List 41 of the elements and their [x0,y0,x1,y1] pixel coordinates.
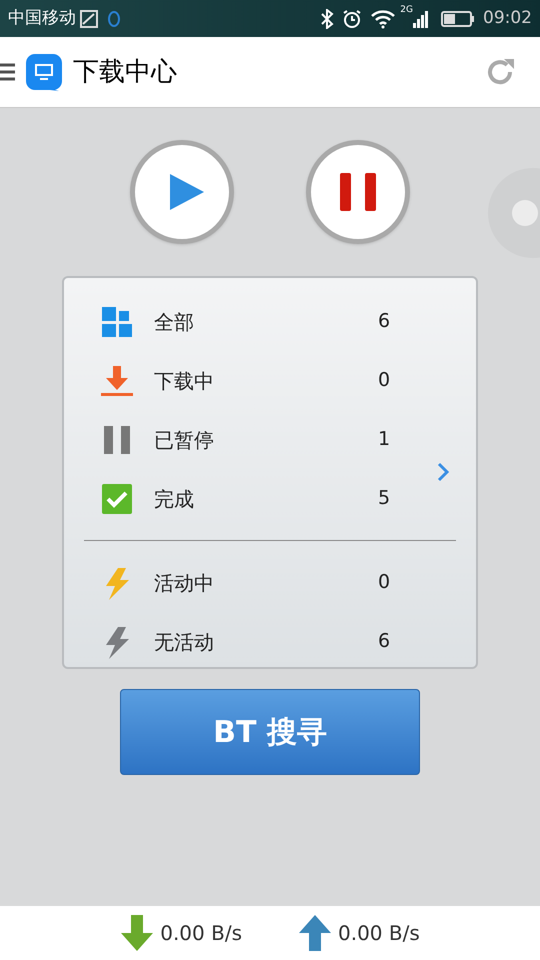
upload-speed: 0.00 B/s [338,920,420,947]
menu-icon[interactable] [0,63,15,81]
status-count: 0 [378,570,390,596]
signal-icon [413,8,429,28]
carrier-text: 中国移动 [8,6,76,30]
monitor-chat-icon [25,53,63,91]
status-label: 全部 [154,308,195,336]
status-row[interactable]: 已暂停 1 [64,410,476,469]
chevron-right-icon[interactable] [436,462,450,482]
bt-search-button[interactable]: BT 搜寻 [120,689,420,775]
download-icon [100,364,134,398]
checkbox-icon [100,482,134,516]
status-label: 下载中 [154,368,215,394]
penguin-icon [106,10,122,28]
status-count: 1 [378,427,390,452]
pause-icon [339,172,377,212]
status-count: 0 [378,368,390,394]
upload-arrow-icon [298,914,332,952]
download-speed: 0.00 B/s [160,920,242,947]
status-label: 无活动 [154,628,215,656]
status-row[interactable]: 活动中 0 [64,553,476,612]
status-row[interactable]: 完成 5 [64,469,476,528]
picture-icon [80,10,98,28]
status-row[interactable]: 全部 6 [64,292,476,351]
bluetooth-icon [320,8,334,28]
wifi-icon [370,8,396,28]
network-type: 2G [400,4,413,17]
clock-text: 09:02 [483,6,532,30]
grid-icon [100,304,134,338]
status-label: 完成 [154,486,195,512]
alarm-icon [342,8,362,28]
status-count: 6 [378,629,390,654]
download-arrow-icon [120,914,154,952]
status-count: 5 [378,486,390,512]
status-row[interactable]: 下载中 0 [64,351,476,410]
header-title: 下载中心 [73,56,177,88]
status-row[interactable]: 无活动 6 [64,612,476,671]
status-label: 已暂停 [154,426,215,454]
battery-icon [441,10,475,28]
status-count: 6 [378,309,390,334]
status-label: 活动中 [154,570,215,596]
